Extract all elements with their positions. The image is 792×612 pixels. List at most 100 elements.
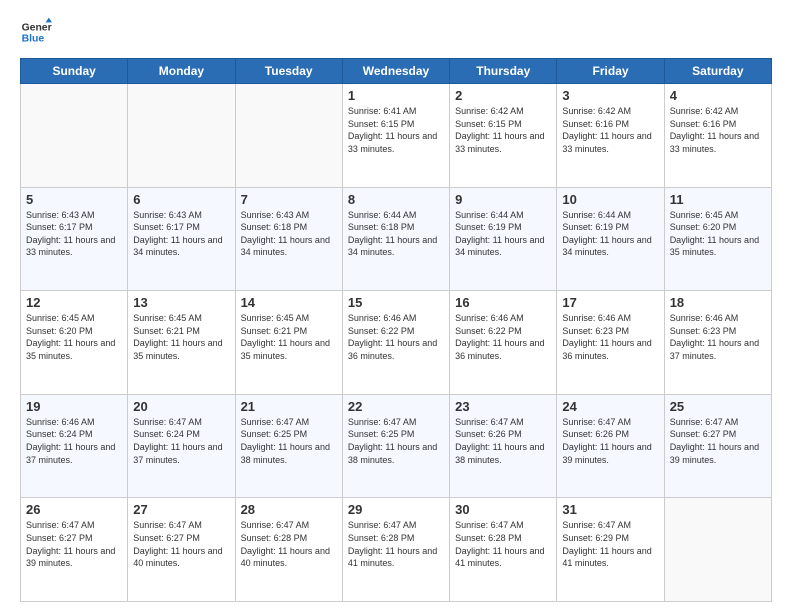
day-number: 29 (348, 502, 444, 517)
calendar-cell: 28 Sunrise: 6:47 AM Sunset: 6:28 PM Dayli… (235, 498, 342, 602)
calendar-cell: 12 Sunrise: 6:45 AM Sunset: 6:20 PM Dayli… (21, 291, 128, 395)
calendar-cell: 10Sunrise: 6:44 AM Sunset: 6:19 PM Dayli… (557, 187, 664, 291)
calendar-cell: 9 Sunrise: 6:44 AM Sunset: 6:19 PM Daylig… (450, 187, 557, 291)
day-info: Sunrise: 6:46 AM Sunset: 6:23 PM Dayligh… (562, 312, 658, 362)
day-number: 9 (455, 192, 551, 207)
calendar-cell: 5 Sunrise: 6:43 AM Sunset: 6:17 PM Daylig… (21, 187, 128, 291)
weekday-header: Friday (557, 59, 664, 84)
day-number: 31 (562, 502, 658, 517)
day-info: Sunrise: 6:46 AM Sunset: 6:22 PM Dayligh… (348, 312, 444, 362)
day-info: Sunrise: 6:47 AM Sunset: 6:27 PM Dayligh… (26, 519, 122, 569)
calendar-week-row: 12 Sunrise: 6:45 AM Sunset: 6:20 PM Dayli… (21, 291, 772, 395)
calendar-table: SundayMondayTuesdayWednesdayThursdayFrid… (20, 58, 772, 602)
day-info: Sunrise: 6:43 AM Sunset: 6:18 PM Dayligh… (241, 209, 337, 259)
day-info: Sunrise: 6:47 AM Sunset: 6:25 PM Dayligh… (348, 416, 444, 466)
weekday-header: Saturday (664, 59, 771, 84)
calendar-week-row: 5 Sunrise: 6:43 AM Sunset: 6:17 PM Daylig… (21, 187, 772, 291)
day-info: Sunrise: 6:43 AM Sunset: 6:17 PM Dayligh… (26, 209, 122, 259)
day-info: Sunrise: 6:45 AM Sunset: 6:21 PM Dayligh… (133, 312, 229, 362)
day-number: 19 (26, 399, 122, 414)
day-info: Sunrise: 6:45 AM Sunset: 6:20 PM Dayligh… (26, 312, 122, 362)
calendar-cell (21, 84, 128, 188)
calendar-cell: 16Sunrise: 6:46 AM Sunset: 6:22 PM Dayli… (450, 291, 557, 395)
weekday-header-row: SundayMondayTuesdayWednesdayThursdayFrid… (21, 59, 772, 84)
calendar-week-row: 26 Sunrise: 6:47 AM Sunset: 6:27 PM Dayli… (21, 498, 772, 602)
calendar-cell: 24 Sunrise: 6:47 AM Sunset: 6:26 PM Dayli… (557, 394, 664, 498)
calendar-cell: 13Sunrise: 6:45 AM Sunset: 6:21 PM Dayli… (128, 291, 235, 395)
calendar-cell: 17 Sunrise: 6:46 AM Sunset: 6:23 PM Dayli… (557, 291, 664, 395)
calendar-cell: 6Sunrise: 6:43 AM Sunset: 6:17 PM Daylig… (128, 187, 235, 291)
day-number: 14 (241, 295, 337, 310)
day-info: Sunrise: 6:46 AM Sunset: 6:24 PM Dayligh… (26, 416, 122, 466)
calendar-cell: 26 Sunrise: 6:47 AM Sunset: 6:27 PM Dayli… (21, 498, 128, 602)
day-number: 6 (133, 192, 229, 207)
day-number: 24 (562, 399, 658, 414)
day-number: 16 (455, 295, 551, 310)
weekday-header: Thursday (450, 59, 557, 84)
day-info: Sunrise: 6:42 AM Sunset: 6:15 PM Dayligh… (455, 105, 551, 155)
day-number: 23 (455, 399, 551, 414)
day-number: 20 (133, 399, 229, 414)
calendar-cell: 11 Sunrise: 6:45 AM Sunset: 6:20 PM Dayli… (664, 187, 771, 291)
weekday-header: Tuesday (235, 59, 342, 84)
weekday-header: Monday (128, 59, 235, 84)
day-info: Sunrise: 6:44 AM Sunset: 6:19 PM Dayligh… (455, 209, 551, 259)
day-number: 5 (26, 192, 122, 207)
calendar-cell (128, 84, 235, 188)
header: General Blue (20, 16, 772, 48)
calendar-cell: 31Sunrise: 6:47 AM Sunset: 6:29 PM Dayli… (557, 498, 664, 602)
day-info: Sunrise: 6:47 AM Sunset: 6:24 PM Dayligh… (133, 416, 229, 466)
calendar-cell: 21 Sunrise: 6:47 AM Sunset: 6:25 PM Dayli… (235, 394, 342, 498)
day-number: 28 (241, 502, 337, 517)
calendar-cell: 19 Sunrise: 6:46 AM Sunset: 6:24 PM Dayli… (21, 394, 128, 498)
day-info: Sunrise: 6:47 AM Sunset: 6:26 PM Dayligh… (455, 416, 551, 466)
calendar-cell: 4 Sunrise: 6:42 AM Sunset: 6:16 PM Daylig… (664, 84, 771, 188)
day-info: Sunrise: 6:47 AM Sunset: 6:28 PM Dayligh… (241, 519, 337, 569)
day-info: Sunrise: 6:41 AM Sunset: 6:15 PM Dayligh… (348, 105, 444, 155)
calendar-cell: 14 Sunrise: 6:45 AM Sunset: 6:21 PM Dayli… (235, 291, 342, 395)
calendar-cell: 7 Sunrise: 6:43 AM Sunset: 6:18 PM Daylig… (235, 187, 342, 291)
day-number: 12 (26, 295, 122, 310)
calendar-week-row: 1 Sunrise: 6:41 AM Sunset: 6:15 PM Daylig… (21, 84, 772, 188)
day-info: Sunrise: 6:45 AM Sunset: 6:21 PM Dayligh… (241, 312, 337, 362)
day-number: 22 (348, 399, 444, 414)
day-number: 30 (455, 502, 551, 517)
day-info: Sunrise: 6:47 AM Sunset: 6:27 PM Dayligh… (670, 416, 766, 466)
day-number: 26 (26, 502, 122, 517)
weekday-header: Wednesday (342, 59, 449, 84)
calendar-cell: 15 Sunrise: 6:46 AM Sunset: 6:22 PM Dayli… (342, 291, 449, 395)
day-info: Sunrise: 6:44 AM Sunset: 6:18 PM Dayligh… (348, 209, 444, 259)
calendar-cell: 22 Sunrise: 6:47 AM Sunset: 6:25 PM Dayli… (342, 394, 449, 498)
calendar-cell: 3 Sunrise: 6:42 AM Sunset: 6:16 PM Daylig… (557, 84, 664, 188)
day-number: 17 (562, 295, 658, 310)
calendar-cell: 1 Sunrise: 6:41 AM Sunset: 6:15 PM Daylig… (342, 84, 449, 188)
calendar-cell: 30Sunrise: 6:47 AM Sunset: 6:28 PM Dayli… (450, 498, 557, 602)
day-info: Sunrise: 6:47 AM Sunset: 6:25 PM Dayligh… (241, 416, 337, 466)
day-info: Sunrise: 6:45 AM Sunset: 6:20 PM Dayligh… (670, 209, 766, 259)
day-info: Sunrise: 6:46 AM Sunset: 6:23 PM Dayligh… (670, 312, 766, 362)
day-number: 18 (670, 295, 766, 310)
calendar-cell (664, 498, 771, 602)
day-number: 11 (670, 192, 766, 207)
day-number: 15 (348, 295, 444, 310)
day-number: 3 (562, 88, 658, 103)
day-number: 1 (348, 88, 444, 103)
logo: General Blue (20, 16, 52, 48)
calendar-cell: 25Sunrise: 6:47 AM Sunset: 6:27 PM Dayli… (664, 394, 771, 498)
day-info: Sunrise: 6:47 AM Sunset: 6:28 PM Dayligh… (348, 519, 444, 569)
day-number: 27 (133, 502, 229, 517)
day-number: 21 (241, 399, 337, 414)
day-info: Sunrise: 6:47 AM Sunset: 6:26 PM Dayligh… (562, 416, 658, 466)
page: General Blue SundayMondayTuesdayWednesda… (0, 0, 792, 612)
day-number: 4 (670, 88, 766, 103)
svg-text:Blue: Blue (22, 34, 45, 45)
logo-icon: General Blue (20, 16, 52, 48)
day-info: Sunrise: 6:47 AM Sunset: 6:27 PM Dayligh… (133, 519, 229, 569)
weekday-header: Sunday (21, 59, 128, 84)
calendar-cell: 23 Sunrise: 6:47 AM Sunset: 6:26 PM Dayli… (450, 394, 557, 498)
day-info: Sunrise: 6:42 AM Sunset: 6:16 PM Dayligh… (562, 105, 658, 155)
day-info: Sunrise: 6:44 AM Sunset: 6:19 PM Dayligh… (562, 209, 658, 259)
day-info: Sunrise: 6:42 AM Sunset: 6:16 PM Dayligh… (670, 105, 766, 155)
day-number: 7 (241, 192, 337, 207)
calendar-cell: 20 Sunrise: 6:47 AM Sunset: 6:24 PM Dayli… (128, 394, 235, 498)
